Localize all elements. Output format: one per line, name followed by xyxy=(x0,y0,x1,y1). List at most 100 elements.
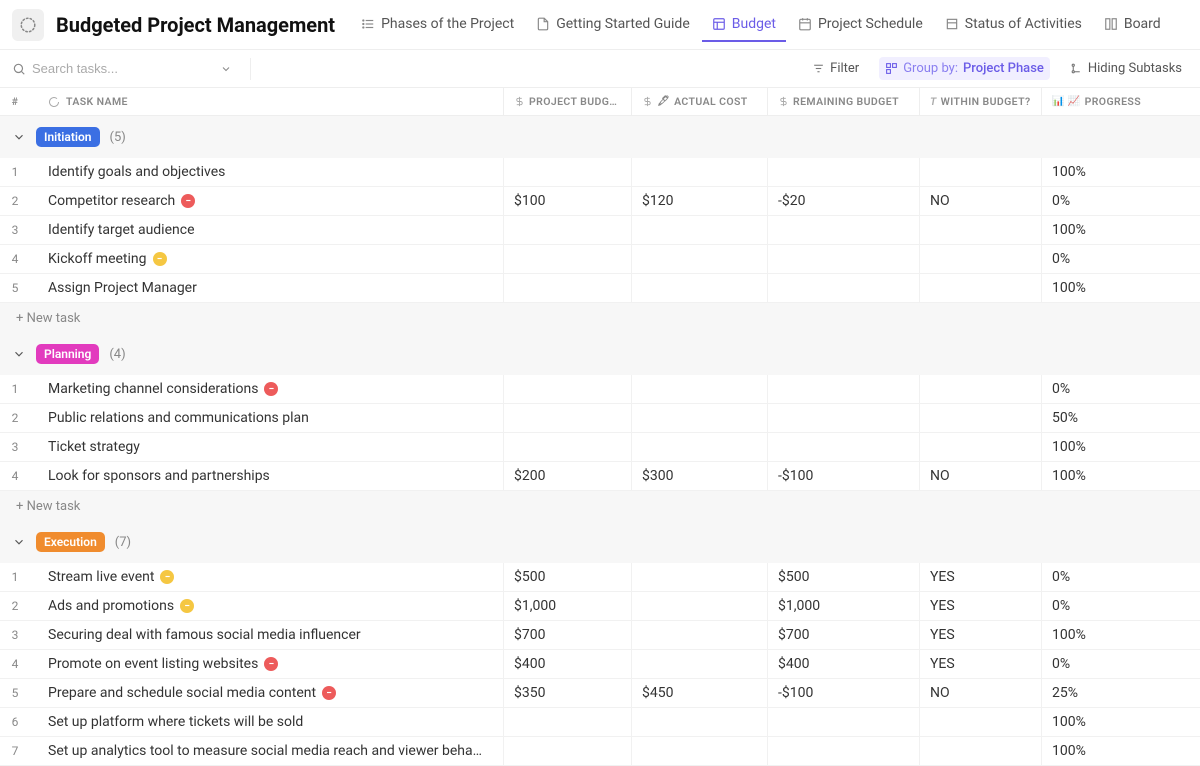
cell-actual[interactable] xyxy=(631,216,767,244)
table-row[interactable]: 6 Set up platform where tickets will be … xyxy=(0,708,1200,737)
task-name[interactable]: Set up platform where tickets will be so… xyxy=(30,714,503,730)
chevron-down-icon[interactable] xyxy=(12,130,26,144)
cell-within[interactable] xyxy=(919,737,1041,765)
table-row[interactable]: 1 Identify goals and objectives 100% xyxy=(0,158,1200,187)
cell-budget[interactable] xyxy=(503,158,631,186)
chevron-down-icon[interactable] xyxy=(12,347,26,361)
table-row[interactable]: 2 Public relations and communications pl… xyxy=(0,404,1200,433)
cell-actual[interactable] xyxy=(631,375,767,403)
cell-remaining[interactable] xyxy=(767,404,919,432)
cell-within[interactable] xyxy=(919,433,1041,461)
cell-within[interactable]: YES xyxy=(919,563,1041,591)
table-row[interactable]: 2 Ads and promotions− $1,000 $1,000 YES … xyxy=(0,592,1200,621)
col-actual[interactable]: 🖋 ACTUAL COST xyxy=(631,88,767,115)
cell-remaining[interactable] xyxy=(767,375,919,403)
cell-within[interactable] xyxy=(919,274,1041,302)
cell-budget[interactable] xyxy=(503,375,631,403)
cell-actual[interactable] xyxy=(631,404,767,432)
cell-progress[interactable]: 0% xyxy=(1041,563,1200,591)
cell-budget[interactable]: $200 xyxy=(503,462,631,490)
cell-budget[interactable]: $350 xyxy=(503,679,631,707)
cell-progress[interactable]: 100% xyxy=(1041,462,1200,490)
task-name[interactable]: Stream live event− xyxy=(30,569,503,585)
table-row[interactable]: 3 Ticket strategy 100% xyxy=(0,433,1200,462)
cell-actual[interactable] xyxy=(631,737,767,765)
group-badge[interactable]: Execution xyxy=(36,532,105,552)
cell-actual[interactable] xyxy=(631,592,767,620)
cell-progress[interactable]: 100% xyxy=(1041,216,1200,244)
col-task-name[interactable]: TASK NAME xyxy=(30,95,503,108)
group-by-button[interactable]: Group by: Project Phase xyxy=(879,57,1050,80)
new-task-button[interactable]: + New task xyxy=(0,491,1200,521)
chevron-down-icon[interactable] xyxy=(12,535,26,549)
cell-actual[interactable] xyxy=(631,621,767,649)
cell-progress[interactable]: 100% xyxy=(1041,621,1200,649)
table-row[interactable]: 4 Look for sponsors and partnerships $20… xyxy=(0,462,1200,491)
cell-actual[interactable] xyxy=(631,563,767,591)
cell-actual[interactable] xyxy=(631,158,767,186)
cell-progress[interactable]: 100% xyxy=(1041,433,1200,461)
cell-within[interactable] xyxy=(919,404,1041,432)
cell-within[interactable] xyxy=(919,375,1041,403)
cell-remaining[interactable]: -$100 xyxy=(767,462,919,490)
cell-progress[interactable]: 0% xyxy=(1041,245,1200,273)
cell-progress[interactable]: 100% xyxy=(1041,158,1200,186)
cell-actual[interactable] xyxy=(631,650,767,678)
cell-progress[interactable]: 100% xyxy=(1041,274,1200,302)
cell-remaining[interactable]: $1,000 xyxy=(767,592,919,620)
cell-remaining[interactable]: $700 xyxy=(767,621,919,649)
cell-progress[interactable]: 50% xyxy=(1041,404,1200,432)
cell-budget[interactable] xyxy=(503,274,631,302)
cell-actual[interactable] xyxy=(631,274,767,302)
task-name[interactable]: Look for sponsors and partnerships xyxy=(30,468,503,484)
cell-remaining[interactable]: $500 xyxy=(767,563,919,591)
chevron-down-icon[interactable] xyxy=(220,63,232,75)
task-name[interactable]: Ads and promotions− xyxy=(30,598,503,614)
tab-status-of-activities[interactable]: Status of Activities xyxy=(935,8,1092,42)
cell-actual[interactable] xyxy=(631,708,767,736)
table-row[interactable]: 4 Kickoff meeting− 0% xyxy=(0,245,1200,274)
cell-budget[interactable] xyxy=(503,708,631,736)
group-badge[interactable]: Initiation xyxy=(36,127,100,147)
cell-budget[interactable] xyxy=(503,216,631,244)
cell-progress[interactable]: 100% xyxy=(1041,708,1200,736)
cell-within[interactable]: YES xyxy=(919,650,1041,678)
hiding-subtasks-button[interactable]: Hiding Subtasks xyxy=(1064,57,1188,80)
table-row[interactable]: 1 Stream live event− $500 $500 YES 0% xyxy=(0,563,1200,592)
task-name[interactable]: Public relations and communications plan xyxy=(30,410,503,426)
cell-progress[interactable]: 25% xyxy=(1041,679,1200,707)
tab-project-schedule[interactable]: Project Schedule xyxy=(788,8,933,42)
cell-budget[interactable] xyxy=(503,433,631,461)
cell-within[interactable]: NO xyxy=(919,679,1041,707)
cell-actual[interactable]: $450 xyxy=(631,679,767,707)
tab-budget[interactable]: Budget xyxy=(702,8,786,42)
task-name[interactable]: Kickoff meeting− xyxy=(30,251,503,267)
cell-within[interactable] xyxy=(919,245,1041,273)
cell-remaining[interactable] xyxy=(767,245,919,273)
table-row[interactable]: 7 Set up analytics tool to measure socia… xyxy=(0,737,1200,766)
cell-progress[interactable]: 0% xyxy=(1041,592,1200,620)
col-remaining[interactable]: REMAINING BUDGET xyxy=(767,88,919,115)
tab-board[interactable]: Board xyxy=(1094,8,1171,42)
cell-budget[interactable]: $500 xyxy=(503,563,631,591)
col-within[interactable]: T WITHIN BUDGET? xyxy=(919,88,1041,115)
cell-actual[interactable]: $300 xyxy=(631,462,767,490)
task-name[interactable]: Marketing channel considerations− xyxy=(30,381,503,397)
task-name[interactable]: Promote on event listing websites− xyxy=(30,656,503,672)
table-row[interactable]: 3 Identify target audience 100% xyxy=(0,216,1200,245)
cell-budget[interactable]: $400 xyxy=(503,650,631,678)
filter-button[interactable]: Filter xyxy=(806,57,865,80)
cell-budget[interactable] xyxy=(503,245,631,273)
table-row[interactable]: 1 Marketing channel considerations− 0% xyxy=(0,375,1200,404)
cell-remaining[interactable] xyxy=(767,737,919,765)
group-badge[interactable]: Planning xyxy=(36,344,99,364)
cell-progress[interactable]: 0% xyxy=(1041,650,1200,678)
table-row[interactable]: 4 Promote on event listing websites− $40… xyxy=(0,650,1200,679)
cell-actual[interactable] xyxy=(631,245,767,273)
task-name[interactable]: Assign Project Manager xyxy=(30,280,503,296)
task-name[interactable]: Ticket strategy xyxy=(30,439,503,455)
cell-remaining[interactable] xyxy=(767,216,919,244)
search-input[interactable] xyxy=(32,61,214,76)
table-row[interactable]: 5 Assign Project Manager 100% xyxy=(0,274,1200,303)
cell-remaining[interactable]: -$20 xyxy=(767,187,919,215)
